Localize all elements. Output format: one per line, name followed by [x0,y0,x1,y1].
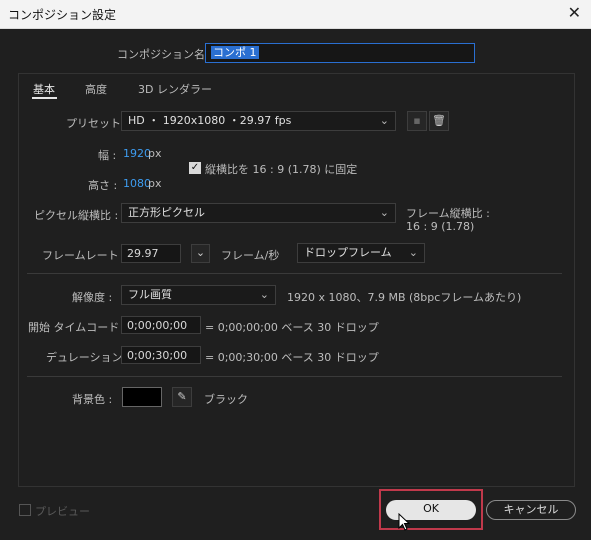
duration-label: デュレーション : [46,351,130,364]
resolution-dropdown[interactable]: フル画質 ⌄ [121,285,276,305]
preset-label: プリセット : [66,117,129,130]
save-preset-icon[interactable]: ▪ [407,111,427,131]
preview-checkbox[interactable] [19,504,31,516]
window-title: コンポジション設定 [8,8,117,22]
height-value[interactable]: 1080 [123,177,151,190]
duration-input[interactable]: 0;00;30;00 [121,346,201,364]
lock-aspect-checkbox[interactable]: ✓ [189,162,201,174]
cursor-icon [398,513,410,531]
bg-color-swatch[interactable] [122,387,162,407]
bg-color-label: 背景色 : [72,393,113,406]
cancel-button[interactable]: キャンセル [486,500,576,520]
tab-underline [32,97,57,99]
height-unit: px [148,177,162,190]
start-timecode-input[interactable]: 0;00;00;00 [121,316,201,334]
preview-label: プレビュー [35,505,90,518]
comp-name-label: コンポジション名 : [117,48,213,61]
lock-aspect-label: 縦横比を 16 : 9 (1.78) に固定 [205,163,358,176]
width-label: 幅 : [98,149,117,162]
width-value[interactable]: 1920 [123,147,151,160]
bg-color-name: ブラック [204,393,248,406]
resolution-info: 1920 x 1080、7.9 MB (8bpcフレームあたり) [287,291,522,304]
eyedropper-icon[interactable]: ✎ [172,387,192,407]
preset-value: HD ・ 1920x1080 ・29.97 fps [128,114,292,127]
start-timecode-label: 開始 タイムコード : [28,321,127,334]
duration-info: = 0;00;30;00 ベース 30 ドロップ [205,351,379,364]
chevron-down-icon: ⌄ [379,206,389,219]
frame-rate-chevron-icon[interactable]: ⌄ [191,244,210,263]
pixel-aspect-label: ピクセル縦横比 : [34,209,119,222]
settings-panel [18,73,575,487]
frame-aspect-value: 16 : 9 (1.78) [406,220,475,233]
tab-basic[interactable]: 基本 [33,81,55,97]
drop-frame-dropdown[interactable]: ドロップフレーム ⌄ [297,243,425,263]
chevron-down-icon: ⌄ [408,246,418,259]
comp-name-input[interactable]: コンポ 1 [205,43,475,63]
pixel-aspect-dropdown[interactable]: 正方形ピクセル ⌄ [121,203,396,223]
chevron-down-icon: ⌄ [379,114,389,127]
close-icon[interactable]: ✕ [568,3,581,22]
start-timecode-info: = 0;00;00;00 ベース 30 ドロップ [205,321,379,334]
tab-advanced[interactable]: 高度 [85,81,107,97]
divider [27,273,562,274]
pixel-aspect-value: 正方形ピクセル [128,206,205,219]
frame-rate-input[interactable]: 29.97 [121,244,181,263]
resolution-value: フル画質 [128,288,172,301]
tab-3d-renderer[interactable]: 3D レンダラー [138,81,212,97]
frame-rate-label: フレームレート : [42,249,126,262]
width-unit: px [148,147,162,160]
chevron-down-icon: ⌄ [259,288,269,301]
frame-rate-unit: フレーム/秒 [221,249,280,262]
preset-dropdown[interactable]: HD ・ 1920x1080 ・29.97 fps ⌄ [121,111,396,131]
drop-frame-value: ドロップフレーム [304,246,392,259]
height-label: 高さ : [88,179,118,192]
comp-name-value: コンポ 1 [211,46,259,59]
resolution-label: 解像度 : [72,291,113,304]
title-bar: コンポジション設定 ✕ [0,0,591,29]
frame-aspect-label: フレーム縦横比 : [406,207,490,220]
divider [27,376,562,377]
trash-icon[interactable]: 🗑 [429,111,449,131]
